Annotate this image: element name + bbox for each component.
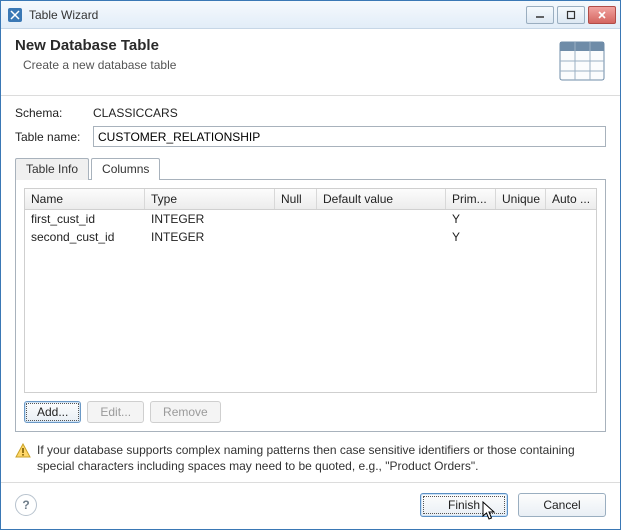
titlebar: Table Wizard [1,1,620,29]
schema-value: CLASSICCARS [93,106,178,120]
edit-column-button: Edit... [87,401,144,423]
help-icon[interactable]: ? [15,494,37,516]
footer: ? Finish Cancel [1,482,620,529]
info-text: If your database supports complex naming… [37,442,606,474]
table-row[interactable]: first_cust_idINTEGER Y [25,210,596,228]
finish-button[interactable]: Finish [420,493,508,517]
table-cell [317,236,446,238]
remove-column-button: Remove [150,401,221,423]
table-row[interactable]: second_cust_idINTEGER Y [25,228,596,246]
table-cell: INTEGER [145,211,275,227]
minimize-button[interactable] [526,6,554,24]
columns-grid[interactable]: Name Type Null Default value Prim... Uni… [24,188,597,393]
grid-header-null[interactable]: Null [275,189,317,209]
table-cell [317,218,446,220]
grid-header-auto[interactable]: Auto ... [546,189,596,209]
tabstrip: Table Info Columns [15,157,606,179]
cancel-button[interactable]: Cancel [518,493,606,517]
tabs-area: Table Info Columns Name Type Null Defaul… [15,157,606,432]
grid-header-name[interactable]: Name [25,189,145,209]
tablename-input[interactable] [93,126,606,147]
table-cell [275,218,317,220]
table-cell [546,218,596,220]
maximize-button[interactable] [557,6,585,24]
tab-panel-columns: Name Type Null Default value Prim... Uni… [15,179,606,432]
table-cell: second_cust_id [25,229,145,245]
window-buttons [526,6,616,24]
grid-buttons-row: Add... Edit... Remove [24,401,597,423]
schema-label: Schema: [15,106,87,120]
tablename-label: Table name: [15,130,87,144]
grid-header-type[interactable]: Type [145,189,275,209]
app-icon [7,7,23,23]
table-cell [275,236,317,238]
add-column-button[interactable]: Add... [24,401,81,423]
columns-grid-header: Name Type Null Default value Prim... Uni… [25,189,596,210]
content-area: Schema: CLASSICCARS Table name: Table In… [1,96,620,482]
tablename-row: Table name: [15,126,606,147]
grid-header-default[interactable]: Default value [317,189,446,209]
grid-header-unique[interactable]: Unique [496,189,546,209]
table-cell: INTEGER [145,229,275,245]
table-cell: first_cust_id [25,211,145,227]
schema-row: Schema: CLASSICCARS [15,106,606,120]
table-cell [496,236,546,238]
table-cell: Y [446,229,496,245]
grid-header-primary[interactable]: Prim... [446,189,496,209]
columns-grid-body: first_cust_idINTEGER Ysecond_cust_idINTEG… [25,210,596,392]
warning-icon [15,443,31,459]
table-icon [558,37,606,85]
tab-columns[interactable]: Columns [91,158,160,180]
close-button[interactable] [588,6,616,24]
window-title: Table Wizard [29,8,520,22]
wizard-header: New Database Table Create a new database… [1,29,620,96]
page-title: New Database Table [15,37,558,54]
info-row: If your database supports complex naming… [15,438,606,474]
table-cell [546,236,596,238]
table-cell: Y [446,211,496,227]
table-cell [496,218,546,220]
page-subtitle: Create a new database table [23,58,558,72]
tab-table-info[interactable]: Table Info [15,158,89,180]
table-wizard-window: Table Wizard New Database Table Create a… [0,0,621,530]
